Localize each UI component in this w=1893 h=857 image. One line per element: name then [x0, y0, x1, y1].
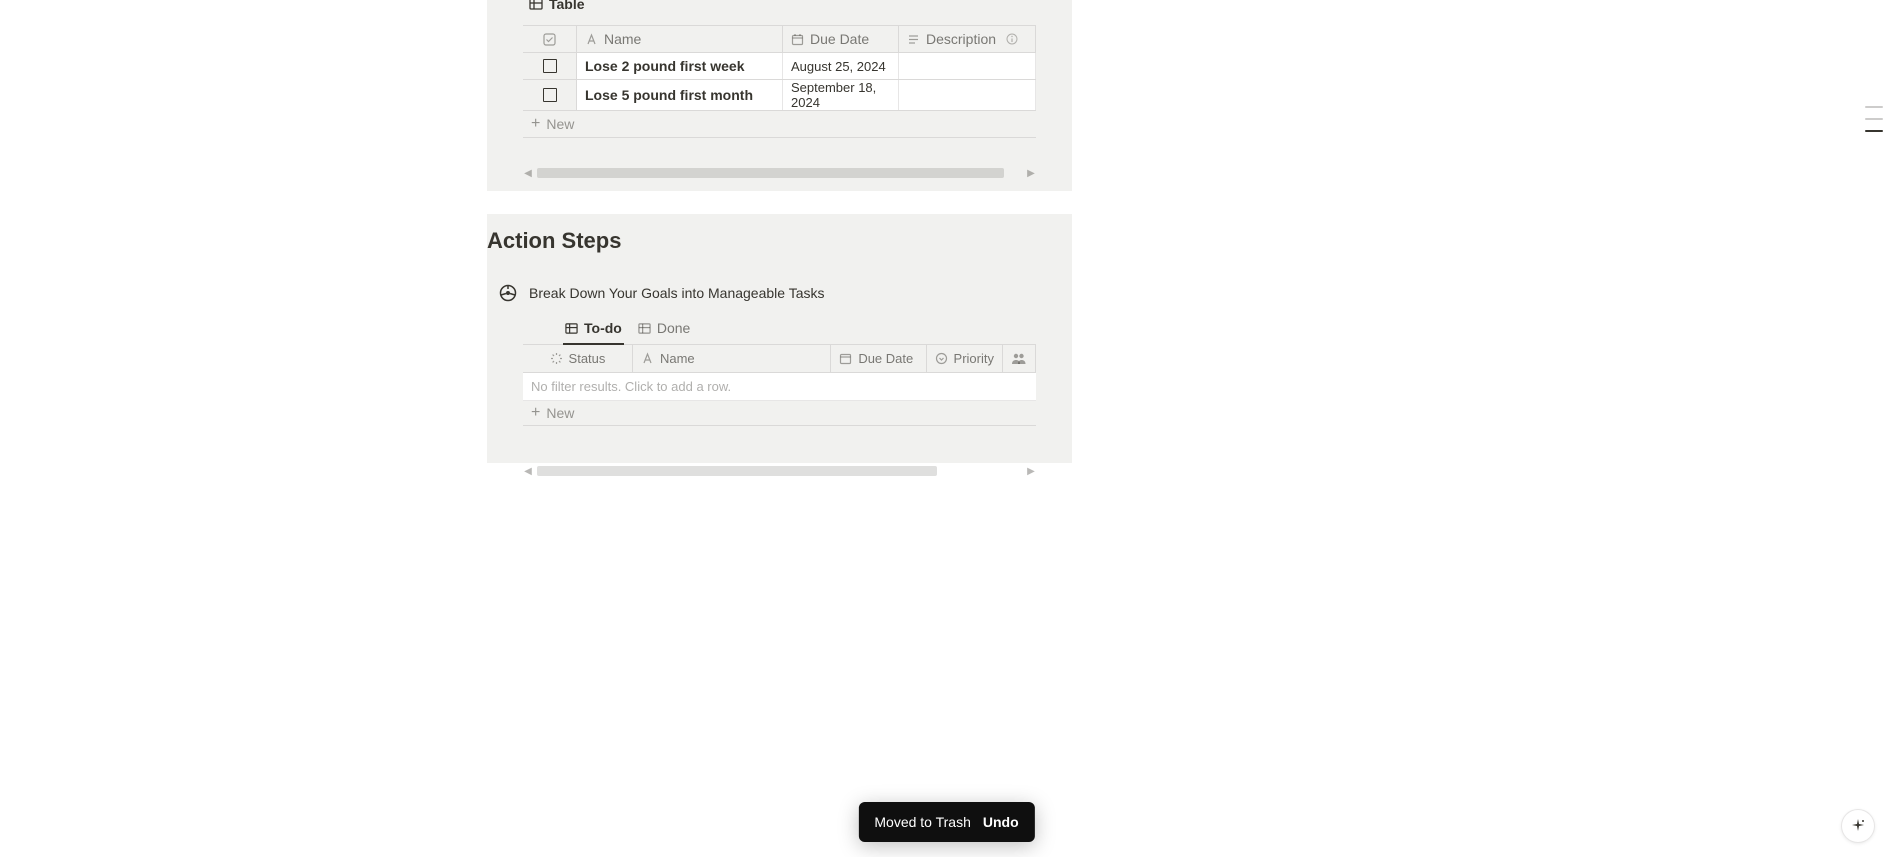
row-desc[interactable] — [899, 53, 1036, 79]
minimap-line — [1865, 118, 1883, 120]
column-name[interactable]: Name — [633, 345, 831, 372]
milestones-block: Table Name — [487, 0, 1072, 191]
milestones-table: Name Due Date Description — [523, 25, 1036, 111]
scroll-right-icon[interactable]: ▶ — [1026, 466, 1036, 477]
column-checkbox[interactable] — [523, 26, 577, 52]
table-header-row: Name Due Date Description — [523, 26, 1036, 53]
toast-message: Moved to Trash — [874, 814, 971, 830]
calendar-icon — [791, 33, 804, 46]
page-minimap[interactable] — [1865, 106, 1883, 142]
new-row-button[interactable]: + New — [523, 111, 1036, 138]
select-icon — [935, 352, 948, 365]
column-desc-label: Description — [926, 31, 996, 47]
column-priority[interactable]: Priority — [927, 345, 1003, 372]
scroll-left-icon[interactable]: ◀ — [523, 466, 533, 477]
calendar-icon — [839, 352, 852, 365]
milestones-tab-label: Table — [549, 0, 585, 12]
new-row-label: New — [546, 116, 574, 132]
new-row-button[interactable]: + New — [523, 401, 1036, 426]
steering-wheel-icon — [499, 284, 517, 302]
plus-icon: + — [531, 116, 540, 132]
empty-state-row[interactable]: No filter results. Click to add a row. — [523, 373, 1036, 401]
row-name[interactable]: Lose 5 pound first month — [577, 80, 783, 110]
plus-icon: + — [531, 405, 540, 421]
undo-button[interactable]: Undo — [983, 814, 1019, 830]
horizontal-scrollbar[interactable]: ◀ ▶ — [523, 168, 1036, 178]
minimap-line — [1865, 130, 1883, 132]
table-row[interactable]: Lose 2 pound first week August 25, 2024 — [523, 53, 1036, 80]
table-icon — [565, 322, 578, 335]
row-date[interactable]: September 18, 2024 — [783, 80, 899, 110]
sparkle-icon — [1850, 818, 1866, 834]
action-steps-tabs: To-do Done — [523, 316, 1036, 345]
action-table-header: Status Name Due Date — [523, 345, 1036, 373]
row-date[interactable]: August 25, 2024 — [783, 53, 899, 79]
trash-toast: Moved to Trash Undo — [858, 802, 1034, 842]
status-icon — [550, 352, 563, 365]
milestones-view-tab[interactable]: Table — [487, 0, 1072, 14]
column-name[interactable]: Name — [577, 26, 783, 52]
column-name-label: Name — [604, 31, 641, 47]
scroll-left-icon[interactable]: ◀ — [523, 168, 533, 179]
table-icon — [529, 0, 543, 11]
column-due-date[interactable]: Due Date — [783, 26, 899, 52]
tab-done-label: Done — [657, 320, 690, 336]
new-row-label: New — [546, 405, 574, 421]
minimap-line — [1865, 106, 1883, 108]
col-name-label: Name — [660, 351, 695, 366]
column-date-label: Due Date — [810, 31, 869, 47]
table-icon — [638, 322, 651, 335]
text-icon — [907, 33, 920, 46]
scroll-right-icon[interactable]: ▶ — [1026, 168, 1036, 179]
callout-text: Break Down Your Goals into Manageable Ta… — [529, 285, 824, 301]
checkbox-header-icon — [543, 33, 556, 46]
people-icon — [1011, 352, 1027, 365]
row-desc[interactable] — [899, 80, 1036, 110]
ai-assist-button[interactable] — [1841, 809, 1875, 843]
action-steps-block: Action Steps Break Down Your Goals into … — [487, 214, 1072, 463]
horizontal-scrollbar[interactable]: ◀ ▶ — [523, 466, 1036, 476]
column-assign[interactable] — [1003, 345, 1036, 372]
row-name[interactable]: Lose 2 pound first week — [577, 53, 783, 79]
column-due-date[interactable]: Due Date — [831, 345, 926, 372]
col-priority-label: Priority — [954, 351, 994, 366]
title-icon — [585, 33, 598, 46]
title-icon — [641, 352, 654, 365]
tab-done[interactable]: Done — [638, 316, 690, 344]
checkbox-icon[interactable] — [543, 88, 557, 102]
column-description[interactable]: Description — [899, 26, 1036, 52]
action-steps-callout: Break Down Your Goals into Manageable Ta… — [487, 264, 1072, 316]
action-steps-title: Action Steps — [487, 214, 1072, 264]
info-icon — [1006, 33, 1018, 45]
tab-todo-label: To-do — [584, 320, 622, 336]
table-row[interactable]: Lose 5 pound first month September 18, 2… — [523, 80, 1036, 110]
column-status[interactable]: Status — [523, 345, 633, 372]
col-date-label: Due Date — [858, 351, 913, 366]
tab-todo[interactable]: To-do — [565, 316, 622, 344]
col-status-label: Status — [569, 351, 606, 366]
checkbox-icon[interactable] — [543, 59, 557, 73]
